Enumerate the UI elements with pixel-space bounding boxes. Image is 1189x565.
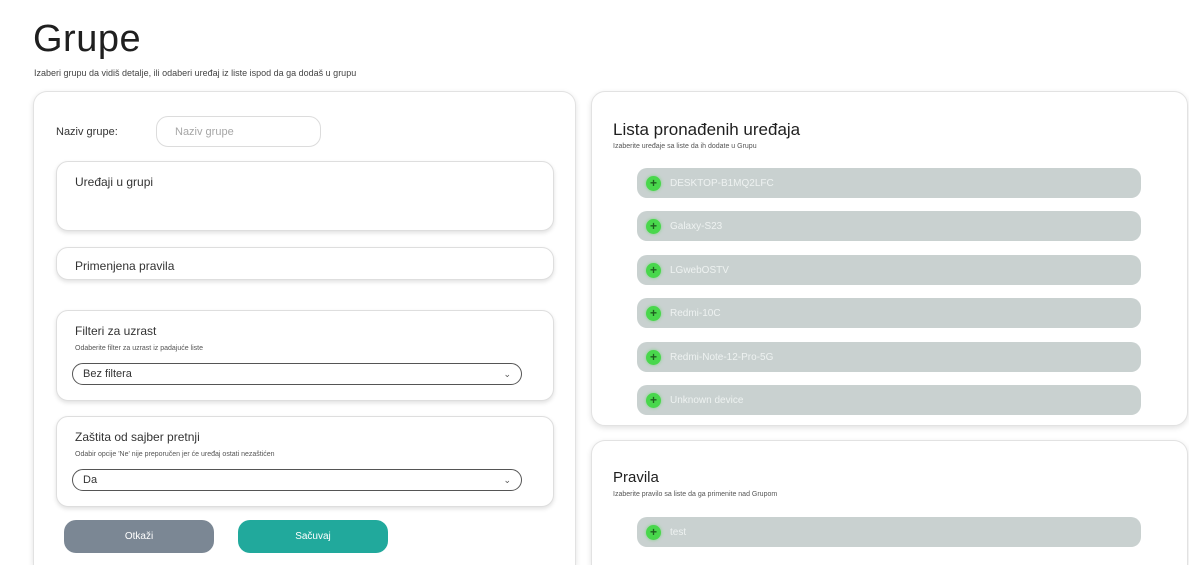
device-item-label: DESKTOP-B1MQ2LFC	[670, 177, 774, 189]
cyber-protection-section: Zaštita od sajber pretnji Odabir opcije …	[56, 416, 554, 507]
plus-circle-icon[interactable]: +	[646, 175, 661, 191]
group-devices-section: Uređaji u grupi	[56, 161, 554, 231]
age-filter-selected: Bez filtera	[83, 368, 132, 380]
age-filter-select[interactable]: Bez filtera ⌄	[72, 363, 522, 385]
group-form-panel: Naziv grupe: Uređaji u grupi Primenjena …	[33, 91, 576, 565]
rules-title: Pravila	[613, 469, 659, 486]
chevron-down-icon: ⌄	[503, 474, 511, 485]
device-list-panel: Lista pronađenih uređaja Izaberite uređa…	[591, 91, 1188, 426]
device-item-label: Galaxy-S23	[670, 220, 723, 232]
group-name-row: Naziv grupe:	[56, 116, 321, 147]
applied-rules-title: Primenjena pravila	[75, 259, 175, 273]
cyber-protection-title: Zaštita od sajber pretnji	[75, 430, 200, 444]
cyber-protection-select[interactable]: Da ⌄	[72, 469, 522, 491]
device-item-label: LGwebOSTV	[670, 264, 729, 276]
page-title: Grupe	[33, 18, 142, 60]
save-button[interactable]: Sačuvaj	[238, 520, 388, 553]
device-list-hint: Izaberite uređaje sa liste da ih dodate …	[613, 143, 757, 150]
device-item[interactable]: + Galaxy-S23	[637, 211, 1141, 241]
plus-circle-icon[interactable]: +	[646, 524, 661, 540]
cancel-button[interactable]: Otkaži	[64, 520, 214, 553]
applied-rules-section: Primenjena pravila	[56, 247, 554, 280]
age-filter-section: Filteri za uzrast Odaberite filter za uz…	[56, 310, 554, 401]
device-item-label: Redmi-10C	[670, 307, 721, 319]
cyber-protection-selected: Da	[83, 474, 98, 486]
plus-circle-icon[interactable]: +	[646, 262, 661, 278]
chevron-down-icon: ⌄	[503, 368, 511, 379]
page-subtitle: Izaberi grupu da vidiš detalje, ili odab…	[34, 68, 357, 78]
age-filter-title: Filteri za uzrast	[75, 324, 157, 338]
rules-hint: Izaberite pravilo sa liste da ga primeni…	[613, 491, 778, 498]
device-item[interactable]: + LGwebOSTV	[637, 255, 1141, 285]
device-list-title: Lista pronađenih uređaja	[613, 120, 801, 139]
device-item-label: Unknown device	[670, 394, 744, 406]
group-name-input[interactable]	[156, 116, 321, 147]
cyber-protection-hint: Odabir opcije 'Ne' nije preporučen jer ć…	[75, 451, 275, 458]
plus-circle-icon[interactable]: +	[646, 392, 661, 408]
plus-circle-icon[interactable]: +	[646, 305, 661, 321]
device-item[interactable]: + DESKTOP-B1MQ2LFC	[637, 168, 1141, 198]
device-item-label: Redmi-Note-12-Pro-5G	[670, 351, 774, 363]
device-item[interactable]: + Unknown device	[637, 385, 1141, 415]
age-filter-hint: Odaberite filter za uzrast iz padajuće l…	[75, 345, 204, 352]
group-devices-title: Uređaji u grupi	[75, 175, 154, 189]
rules-panel: Pravila Izaberite pravilo sa liste da ga…	[591, 440, 1188, 565]
device-item[interactable]: + Redmi-10C	[637, 298, 1141, 328]
rule-item-label: test	[670, 526, 687, 538]
rule-item[interactable]: + test	[637, 517, 1141, 547]
plus-circle-icon[interactable]: +	[646, 218, 661, 234]
plus-circle-icon[interactable]: +	[646, 349, 661, 365]
device-item[interactable]: + Redmi-Note-12-Pro-5G	[637, 342, 1141, 372]
group-name-label: Naziv grupe:	[56, 125, 118, 138]
